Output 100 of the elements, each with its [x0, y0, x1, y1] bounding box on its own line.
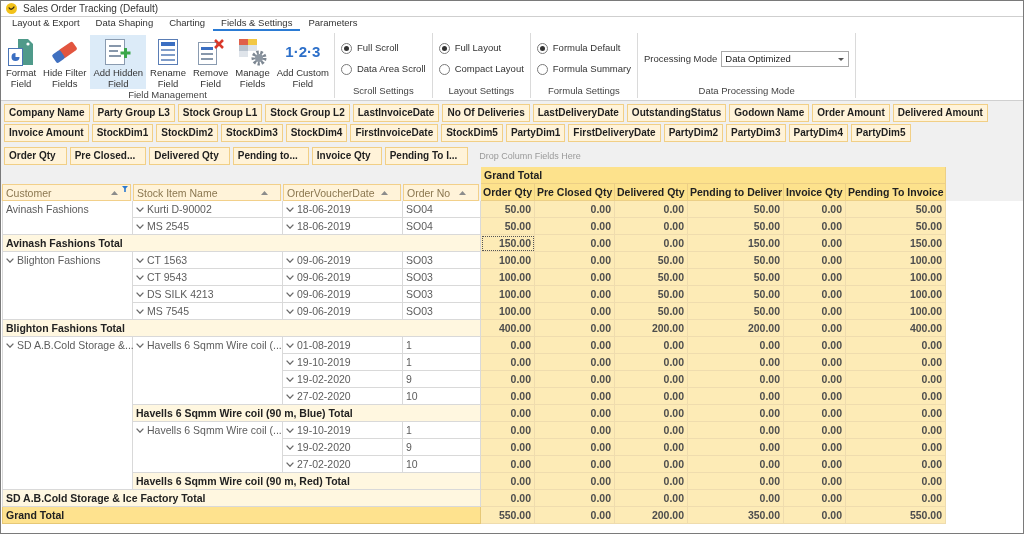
sort-up-icon[interactable]: [111, 190, 118, 195]
caret-down-icon: [838, 57, 845, 61]
field-chip[interactable]: PartyDim5: [851, 124, 911, 142]
chevron-down-icon[interactable]: [286, 274, 294, 280]
column-header[interactable]: Invoice Qty: [784, 184, 846, 201]
ribbon-tab[interactable]: Parameters: [300, 17, 366, 31]
field-chip[interactable]: Invoice Amount: [4, 124, 89, 142]
chevron-down-icon[interactable]: [286, 461, 294, 467]
chevron-down-icon[interactable]: [286, 393, 294, 399]
field-chip[interactable]: FirstInvoiceDate: [350, 124, 439, 142]
data-field-chip[interactable]: Pending to...: [232, 147, 309, 165]
field-chip[interactable]: Delivered Amount: [892, 104, 988, 122]
radio-button[interactable]: Formula Summary: [536, 63, 631, 75]
ribbon-button[interactable]: Hide Filter Fields: [40, 35, 90, 89]
field-chip[interactable]: Godown Name: [729, 104, 810, 122]
ribbon-button[interactable]: Rename Field: [147, 35, 189, 89]
grand-total-header: Grand Total: [2, 507, 481, 524]
sort-up-icon[interactable]: [381, 190, 388, 195]
radio-button[interactable]: Data Area Scroll: [340, 63, 426, 75]
ribbon-button[interactable]: Remove Field: [189, 35, 232, 89]
value-cell: 50.00: [688, 269, 784, 286]
chevron-down-icon[interactable]: [286, 444, 294, 450]
ribbon-button[interactable]: 1·2·3 Add Custom Field: [273, 35, 332, 89]
chevron-down-icon[interactable]: [136, 257, 144, 263]
field-chip[interactable]: Stock Group L1: [177, 104, 263, 122]
ribbon-tab[interactable]: Fields & Settings: [213, 17, 301, 31]
field-chip[interactable]: LastInvoiceDate: [352, 104, 440, 122]
row-header-label: 27-02-2020: [297, 457, 351, 472]
field-chip[interactable]: Party Group L3: [92, 104, 175, 122]
chevron-down-icon[interactable]: [136, 274, 144, 280]
field-chip[interactable]: StockDim3: [221, 124, 283, 142]
chevron-down-icon[interactable]: [136, 427, 144, 433]
chevron-down-icon[interactable]: [286, 291, 294, 297]
chevron-down-icon[interactable]: [286, 427, 294, 433]
ribbon-tab[interactable]: Layout & Export: [4, 17, 88, 31]
chevron-down-icon[interactable]: [6, 257, 14, 263]
ribbon-button[interactable]: Format Field: [3, 35, 40, 89]
radio-button[interactable]: Full Scroll: [340, 42, 426, 54]
chevron-down-icon[interactable]: [286, 376, 294, 382]
radio-button[interactable]: Formula Default: [536, 42, 631, 54]
ribbon-button[interactable]: Manage Fields: [232, 35, 273, 89]
ribbon-tab[interactable]: Charting: [161, 17, 214, 31]
column-header[interactable]: Pre Closed Qty: [535, 184, 615, 201]
processing-mode-dropdown[interactable]: Data Optimized: [721, 51, 850, 67]
chevron-down-icon[interactable]: [136, 223, 144, 229]
value-cell: 0.00: [535, 405, 615, 422]
ribbon-tab[interactable]: Data Shaping: [87, 17, 162, 31]
value-cell: 0.00: [784, 201, 846, 218]
field-chip[interactable]: No Of Deliveries: [442, 104, 530, 122]
chevron-down-icon[interactable]: [286, 359, 294, 365]
field-chip[interactable]: StockDim5: [441, 124, 503, 142]
data-field-chip[interactable]: Pending To I...: [384, 147, 469, 165]
row-field-button[interactable]: Customer: [2, 184, 131, 201]
chevron-down-icon[interactable]: [6, 342, 14, 348]
group-title: Layout Settings: [447, 85, 515, 98]
chevron-down-icon[interactable]: [286, 257, 294, 263]
chevron-down-icon[interactable]: [136, 291, 144, 297]
row-field-button[interactable]: Order No: [403, 184, 479, 201]
column-header[interactable]: Order Qty: [481, 184, 535, 201]
row-field-button[interactable]: OrderVoucherDate: [283, 184, 401, 201]
chevron-down-icon[interactable]: [286, 223, 294, 229]
field-chip[interactable]: OutstandingStatus: [626, 104, 727, 122]
ribbon-button[interactable]: Add Hidden Field: [90, 35, 147, 89]
chevron-down-icon[interactable]: [136, 342, 144, 348]
chevron-down-icon[interactable]: [286, 206, 294, 212]
field-chip[interactable]: PartyDim2: [663, 124, 724, 142]
field-chip[interactable]: PartyDim1: [505, 124, 566, 142]
data-field-chip[interactable]: Order Qty: [4, 147, 67, 165]
field-chip[interactable]: FirstDeliveryDate: [568, 124, 661, 142]
data-field-chip[interactable]: Delivered Qty: [149, 147, 230, 165]
chevron-down-icon[interactable]: [136, 308, 144, 314]
radio-button[interactable]: Full Layout: [438, 42, 524, 54]
column-header[interactable]: Delivered Qty: [615, 184, 688, 201]
column-header[interactable]: Pending to Deliver: [688, 184, 784, 201]
field-chip[interactable]: PartyDim3: [726, 124, 786, 142]
radio-button[interactable]: Compact Layout: [438, 63, 524, 75]
column-header[interactable]: Pending To Invoice: [846, 184, 946, 201]
field-chip[interactable]: Stock Group L2: [265, 104, 350, 122]
total-row-header: Havells 6 Sqmm Wire coil (90 m, Blue) Total: [133, 405, 481, 422]
field-chip[interactable]: StockDim1: [91, 124, 154, 142]
chevron-down-icon[interactable]: [286, 342, 294, 348]
row-header-label: 09-06-2019: [297, 253, 351, 268]
sort-up-icon[interactable]: [261, 190, 268, 195]
field-chip[interactable]: StockDim2: [156, 124, 218, 142]
field-chip[interactable]: Company Name: [4, 104, 90, 122]
value-cell: 0.00: [481, 439, 535, 456]
field-chip[interactable]: Order Amount: [812, 104, 890, 122]
eraser-icon: [50, 40, 79, 64]
value-cell: 0.00: [784, 388, 846, 405]
sort-up-icon[interactable]: [459, 190, 466, 195]
row-field-button[interactable]: Stock Item Name: [133, 184, 281, 201]
field-chip[interactable]: PartyDim4: [788, 124, 849, 142]
chevron-down-icon[interactable]: [136, 206, 144, 212]
data-field-chip[interactable]: Pre Closed...: [69, 147, 147, 165]
field-chip[interactable]: StockDim4: [285, 124, 348, 142]
filter-icon[interactable]: [122, 186, 128, 192]
field-chip[interactable]: LastDeliveryDate: [532, 104, 624, 122]
chevron-down-icon[interactable]: [286, 308, 294, 314]
group-title: Formula Settings: [546, 85, 621, 98]
data-field-chip[interactable]: Invoice Qty: [311, 147, 382, 165]
